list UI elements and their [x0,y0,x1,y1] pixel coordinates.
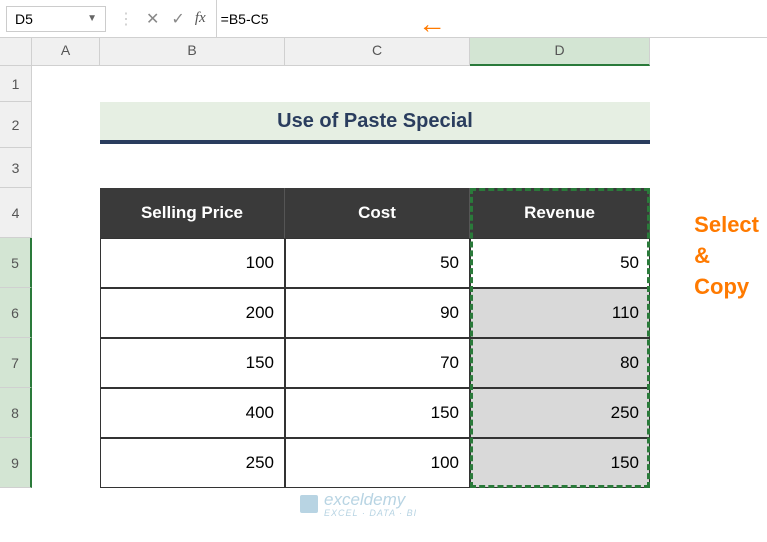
row-header-2[interactable]: 2 [0,102,32,148]
watermark-subtitle: EXCEL · DATA · BI [324,508,417,518]
watermark-text: exceldemy [324,490,417,510]
col-header-B[interactable]: B [100,38,285,66]
formula-bar: D5 ▼ ⋮ ✕ ✓ fx [0,0,767,38]
formula-input[interactable] [216,0,767,37]
row-header-9[interactable]: 9 [0,438,32,488]
table-row: 1507080 [100,338,650,388]
cell-cost[interactable]: 100 [285,438,470,488]
table-row: 400150250 [100,388,650,438]
cancel-icon[interactable]: ✕ [140,6,165,32]
cell-selling[interactable]: 150 [100,338,285,388]
cell-cost[interactable]: 50 [285,238,470,288]
table-header-row: Selling Price Cost Revenue [100,188,650,238]
row-header-3[interactable]: 3 [0,148,32,188]
cell-selling[interactable]: 100 [100,238,285,288]
divider: ⋮ [118,9,134,29]
arrow-annotation: ← [418,8,446,40]
row-header-6[interactable]: 6 [0,288,32,338]
th-selling-price: Selling Price [100,188,285,238]
select-copy-annotation: Select&Copy [694,210,759,302]
row-header-8[interactable]: 8 [0,388,32,438]
name-box-dropdown-icon[interactable]: ▼ [87,13,97,24]
left-column: 123456789 [0,38,32,542]
cell-revenue[interactable]: 250 [470,388,650,438]
name-box[interactable]: D5 ▼ [6,6,106,32]
row-header-1[interactable]: 1 [0,66,32,102]
table-row: 20090110 [100,288,650,338]
fx-icon[interactable]: fx [195,10,206,27]
grid-area: ABCD Use of Paste Special Selling Price … [32,38,767,542]
watermark: exceldemy EXCEL · DATA · BI [300,490,417,518]
cell-revenue[interactable]: 80 [470,338,650,388]
cell-revenue[interactable]: 150 [470,438,650,488]
cell-selling[interactable]: 400 [100,388,285,438]
enter-icon[interactable]: ✓ [165,6,190,32]
cell-cost[interactable]: 90 [285,288,470,338]
col-header-C[interactable]: C [285,38,470,66]
col-header-D[interactable]: D [470,38,650,66]
cell-cost[interactable]: 70 [285,338,470,388]
table-row: 1005050 [100,238,650,288]
row-header-4[interactable]: 4 [0,188,32,238]
col-headers: ABCD [32,38,767,66]
sheet-container: 123456789 ABCD Use of Paste Special Sell… [0,38,767,542]
cell-revenue[interactable]: 50 [470,238,650,288]
th-cost: Cost [285,188,470,238]
cell-selling[interactable]: 250 [100,438,285,488]
row-headers: 123456789 [0,66,32,488]
cell-selling[interactable]: 200 [100,288,285,338]
row-header-5[interactable]: 5 [0,238,32,288]
table-row: 250100150 [100,438,650,488]
name-box-value: D5 [15,11,33,27]
row-header-7[interactable]: 7 [0,338,32,388]
select-all-corner[interactable] [0,38,32,66]
watermark-icon [300,495,318,513]
sheet-title: Use of Paste Special [100,102,650,144]
th-revenue: Revenue [470,188,650,238]
cell-revenue[interactable]: 110 [470,288,650,338]
cell-cost[interactable]: 150 [285,388,470,438]
col-header-A[interactable]: A [32,38,100,66]
